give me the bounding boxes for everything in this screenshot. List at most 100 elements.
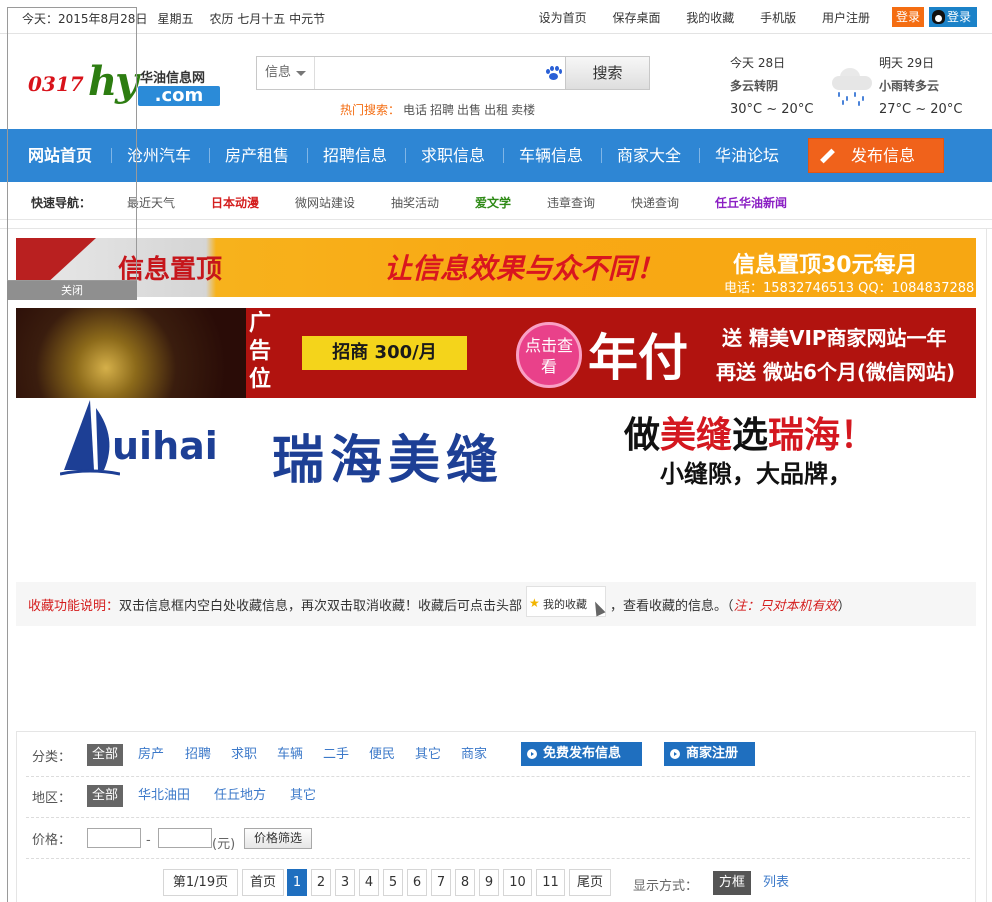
area-option[interactable]: 全部 [87, 785, 124, 807]
price-min-input[interactable] [87, 828, 141, 848]
hot-keyword[interactable]: 卖楼 [511, 103, 535, 117]
page-button[interactable]: 11 [536, 869, 565, 896]
qq-login-button[interactable]: 登录 [929, 7, 977, 27]
last-page-button[interactable]: 尾页 [569, 869, 611, 896]
category-option[interactable]: 便民 [367, 744, 397, 766]
page-summary: 第1/19页 [163, 869, 238, 896]
nav-item-merchants[interactable]: 商家大全 [617, 129, 681, 182]
category-option[interactable]: 招聘 [183, 744, 213, 766]
price-max-input[interactable] [158, 828, 212, 848]
price-label: 价格： [32, 833, 72, 848]
baidu-paw-icon[interactable] [546, 66, 562, 80]
area-option[interactable]: 其它 [288, 785, 318, 807]
ad-space-banner[interactable]: 广告位 招商 300/月 点击查看 年付 送 精美VIP商家网站一年 再送 微站… [16, 308, 976, 398]
nav-item-jobs[interactable]: 招聘信息 [323, 129, 387, 182]
page-button[interactable]: 6 [407, 869, 427, 896]
weather-tomorrow-day: 明天 29日 [879, 56, 935, 70]
banner2-invest: 招商 300/月 [302, 336, 467, 370]
quick-nav-item[interactable]: 任丘华油新闻 [715, 194, 787, 211]
category-option[interactable]: 其它 [413, 744, 443, 766]
content-frame-top [0, 228, 992, 229]
gold-coins-image [16, 308, 246, 398]
nav-item-job-seekers[interactable]: 求职信息 [421, 129, 485, 182]
display-mode-grid[interactable]: 方框 [713, 871, 752, 895]
content-frame-right [986, 228, 987, 902]
quick-nav-item[interactable]: 日本动漫 [211, 194, 259, 211]
chevron-down-icon [296, 71, 306, 76]
page-button[interactable]: 4 [359, 869, 379, 896]
weather-tomorrow-desc: 小雨转多云 [879, 79, 940, 93]
first-page-button[interactable]: 首页 [242, 869, 284, 896]
category-option[interactable]: 全部 [87, 744, 124, 766]
brand-slogan-2: 小缝隙，大品牌， [660, 459, 852, 488]
quick-nav-item[interactable]: 违章查询 [547, 194, 595, 211]
divider [26, 776, 970, 777]
search-box: 信息 搜索 [256, 56, 650, 90]
display-mode-list[interactable]: 列表 [757, 871, 795, 895]
area-option[interactable]: 任丘地方 [212, 785, 268, 807]
price-separator: - [146, 833, 151, 848]
my-favorites-link[interactable]: 我的收藏 [686, 11, 734, 25]
page-button[interactable]: 7 [431, 869, 451, 896]
search-category-select[interactable]: 信息 [257, 57, 315, 89]
page-button[interactable]: 8 [455, 869, 475, 896]
quick-nav-item[interactable]: 微网站建设 [295, 194, 355, 211]
banner2-click-badge: 点击查看 [516, 322, 582, 388]
slogan-part: 选 [732, 414, 769, 456]
free-publish-button[interactable]: 免费发布信息 [521, 742, 642, 766]
price-filter-button[interactable]: 价格筛选 [244, 828, 312, 849]
merchant-register-button[interactable]: 商家注册 [664, 742, 755, 766]
banner1-contact: 电话：15832746513 QQ：1084837288 [724, 281, 975, 296]
nav-item-vehicles[interactable]: 车辆信息 [519, 129, 583, 182]
quick-nav-item[interactable]: 快递查询 [631, 194, 679, 211]
user-register-link[interactable]: 用户注册 [822, 11, 870, 25]
category-option[interactable]: 商家 [459, 744, 489, 766]
category-option[interactable]: 求职 [229, 744, 259, 766]
search-input[interactable] [317, 59, 543, 87]
set-homepage-link[interactable]: 设为首页 [539, 11, 587, 25]
page-button[interactable]: 3 [335, 869, 355, 896]
page-button[interactable]: 2 [311, 869, 331, 896]
weather-tomorrow: 明天 29日 小雨转多云 27°C ~ 20°C [879, 54, 962, 117]
display-mode-label: 显示方式： [633, 879, 699, 894]
hot-keyword[interactable]: 出租 [484, 103, 508, 117]
sail-logo-icon [60, 400, 120, 476]
close-floating-ad-button[interactable]: 关闭 [7, 281, 137, 300]
banner2-offer-line2: 再送 微站6个月(微信网站) [716, 360, 956, 384]
star-icon: ★ [529, 596, 540, 610]
weather-today: 今天 28日 多云转阴 30°C ~ 20°C [730, 54, 813, 117]
login-button[interactable]: 登录 [892, 7, 924, 27]
lunar-date: 农历 七月十五 中元节 [209, 12, 326, 26]
nav-item-real-estate[interactable]: 房产租售 [225, 129, 289, 182]
category-option[interactable]: 二手 [321, 744, 351, 766]
hot-keyword[interactable]: 招聘 [430, 103, 454, 117]
banner2-ad-label: 广告位 [249, 311, 272, 392]
ruihai-banner[interactable]: uihai 瑞海美缝 做美缝选瑞海！ 小缝隙，大品牌， [16, 398, 976, 491]
category-option[interactable]: 房产 [136, 744, 166, 766]
hot-keyword[interactable]: 电话 [403, 103, 427, 117]
top-listing-banner[interactable]: 信息置顶 让信息效果与众不同！ 信息置顶30元每月 电话：15832746513… [16, 238, 976, 297]
hot-keyword[interactable]: 出售 [457, 103, 481, 117]
publish-info-button[interactable]: 发布信息 [808, 138, 944, 173]
page-button[interactable]: 5 [383, 869, 403, 896]
arrow-circle-icon [527, 749, 537, 759]
search-button[interactable]: 搜索 [565, 57, 649, 89]
weekday: 星期五 [157, 12, 194, 26]
mobile-version-link[interactable]: 手机版 [760, 11, 796, 25]
page-button[interactable]: 1 [287, 869, 307, 896]
area-option[interactable]: 华北油田 [136, 785, 192, 807]
page-button[interactable]: 9 [479, 869, 499, 896]
save-desktop-link[interactable]: 保存桌面 [612, 11, 660, 25]
nav-item-forum[interactable]: 华油论坛 [715, 129, 779, 182]
logo-domain: .com [138, 86, 220, 106]
slogan-part: 做 [624, 414, 661, 456]
quick-nav-item[interactable]: 爱文学 [475, 194, 511, 211]
qq-penguin-icon [932, 10, 945, 24]
banner2-offer-line1: 送 精美VIP商家网站一年 [722, 326, 947, 350]
my-favorites-button[interactable]: ★ 我的收藏 [526, 586, 607, 617]
category-option[interactable]: 车辆 [275, 744, 305, 766]
floating-ad-frame [7, 7, 137, 281]
favorite-info-text: 双击信息框内空白处收藏信息，再次双击取消收藏！收藏后可点击头部 [119, 599, 523, 614]
quick-nav-item[interactable]: 抽奖活动 [391, 194, 439, 211]
page-button[interactable]: 10 [503, 869, 532, 896]
